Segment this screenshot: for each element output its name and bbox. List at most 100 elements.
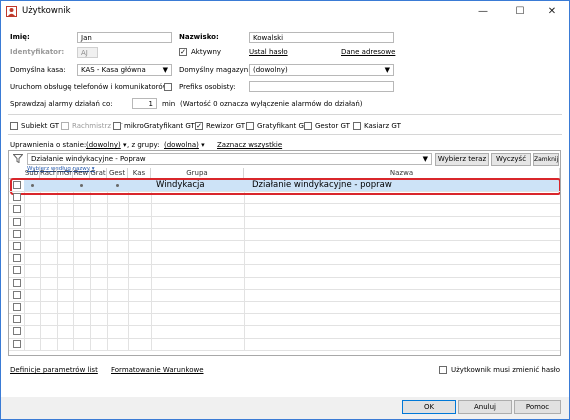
uruchom-checkbox[interactable] — [164, 83, 172, 91]
alarmy-note: (Wartość 0 oznacza wyłączenie alarmów do… — [180, 100, 363, 108]
chevron-down-icon: ▼ — [384, 66, 390, 74]
role-checkbox — [61, 122, 69, 130]
wyczysc-button[interactable]: Wyczyść — [491, 153, 531, 166]
grid-row-line — [9, 301, 560, 302]
dialog-content: Imię: Jan Nazwisko: Kowalski Identyfikat… — [1, 23, 569, 397]
role-label: Rewizor GT — [206, 122, 246, 130]
row-checkbox[interactable] — [13, 193, 21, 202]
uruchom-label: Uruchom obsługę telefonów i komunikatoró… — [10, 83, 169, 91]
grid-row-line — [9, 215, 560, 217]
grid-row-line — [9, 288, 560, 290]
row-checkbox[interactable] — [13, 254, 21, 263]
magazyn-select-value: (dowolny) — [253, 66, 288, 74]
kasa-select[interactable]: KAS - Kasa główna ▼ — [77, 64, 172, 76]
role-checkbox[interactable] — [113, 122, 121, 130]
title-bar: Użytkownik — ☐ ✕ — [1, 1, 569, 23]
column-header[interactable]: Kas — [128, 168, 151, 178]
prefiks-input[interactable] — [249, 81, 394, 92]
identyfikator-label: Identyfikator: — [10, 48, 65, 56]
ustal-haslo-link[interactable]: Ustal hasło — [249, 48, 288, 57]
aktywny-label: Aktywny — [191, 48, 222, 56]
wybierz-teraz-button[interactable]: Wybierz teraz — [435, 153, 489, 166]
nazwisko-label: Nazwisko: — [179, 33, 219, 41]
ok-button[interactable]: OK — [402, 400, 456, 414]
search-combo-value: Działanie windykacyjne - Popraw — [31, 155, 146, 163]
chevron-down-icon: ▼ — [162, 66, 168, 74]
grupa-dropdown[interactable]: (dowolna) ▾ — [164, 141, 205, 150]
dane-adresowe-link[interactable]: Dane adresowe — [341, 48, 395, 57]
alarmy-unit: min — [162, 100, 176, 108]
aktywny-checkbox[interactable]: ✓ — [179, 48, 187, 56]
alarmy-label: Sprawdzaj alarmy działań co: — [10, 100, 113, 108]
row-checkbox[interactable] — [13, 181, 21, 189]
chevron-down-icon: ▼ — [422, 155, 428, 163]
grid-row-line — [9, 264, 560, 266]
imie-input[interactable]: Jan — [77, 32, 172, 43]
caret-down-icon: ▾ — [201, 141, 205, 149]
definicje-link[interactable]: Definicje parametrów list — [10, 366, 98, 375]
window-title: Użytkownik — [22, 6, 71, 16]
kasa-select-value: KAS - Kasa główna — [81, 66, 146, 74]
row-checkbox[interactable] — [13, 229, 21, 238]
column-header[interactable]: Rew — [73, 168, 90, 178]
maximize-button[interactable]: ☐ — [503, 1, 537, 23]
column-header[interactable]: Grat — [90, 168, 107, 178]
row-checkbox[interactable] — [13, 303, 21, 311]
role-label: Subiekt GT — [21, 122, 60, 130]
anuluj-button[interactable]: Anuluj — [458, 400, 512, 414]
grid-row-line — [9, 191, 560, 193]
row-checkbox[interactable] — [13, 205, 21, 214]
user-app-icon — [6, 6, 17, 17]
grupa-label: , z grupy: — [127, 141, 160, 149]
selected-row-outline — [10, 178, 560, 196]
minimize-button[interactable]: — — [466, 1, 500, 23]
row-checkbox[interactable] — [13, 278, 21, 287]
grid-row-line — [9, 349, 560, 351]
role-label: mikroGratyfikant GT — [124, 122, 195, 130]
column-header[interactable]: mGr — [57, 168, 73, 178]
alarmy-input[interactable]: 1 — [132, 98, 157, 109]
grid-row-line — [9, 325, 560, 327]
column-header[interactable]: Gest — [107, 168, 128, 178]
pomoc-button[interactable]: Pomoc — [514, 400, 561, 414]
role-checkbox[interactable]: ✓ — [195, 122, 203, 130]
column-header[interactable]: Sub — [24, 168, 40, 178]
stan-label: Uprawnienia o stanie: — [10, 141, 87, 149]
column-header[interactable]: Nazwa — [244, 168, 560, 178]
funnel-icon[interactable] — [13, 154, 23, 163]
row-checkbox[interactable] — [13, 217, 21, 226]
role-checkbox[interactable] — [10, 122, 18, 130]
musi-zmienic-checkbox[interactable] — [439, 366, 447, 374]
role-checkbox[interactable] — [353, 122, 361, 130]
zaznacz-wszystkie-link[interactable]: Zaznacz wszystkie — [217, 141, 282, 150]
grupa-dropdown-value: (dowolna) — [164, 141, 199, 149]
row-checkbox[interactable] — [13, 242, 21, 250]
imie-label: Imię: — [10, 33, 30, 41]
caret-down-icon: ▾ — [122, 141, 127, 149]
grid-row-line — [9, 313, 560, 315]
formatowanie-link[interactable]: Formatowanie Warunkowe — [111, 366, 204, 375]
grid-row-line — [9, 240, 560, 241]
row-checkbox[interactable] — [13, 327, 21, 336]
role-checkbox[interactable] — [246, 122, 254, 130]
column-header[interactable]: Rach — [40, 168, 57, 178]
magazyn-select[interactable]: (dowolny) ▼ — [249, 64, 394, 76]
prefiks-label: Prefiks osobisty: — [179, 83, 236, 91]
kasa-label: Domyślna kasa: — [10, 66, 66, 74]
grid-row-line — [9, 227, 560, 229]
row-checkbox[interactable] — [13, 290, 21, 299]
nazwisko-input[interactable]: Kowalski — [249, 32, 394, 43]
column-header[interactable]: Grupa — [151, 168, 244, 178]
close-button[interactable]: ✕ — [535, 1, 569, 23]
stan-dropdown[interactable]: (dowolny) ▾ — [86, 141, 126, 150]
role-label: Gratyfikant GT — [257, 122, 308, 130]
search-combo[interactable]: Działanie windykacyjne - Popraw ▼ — [27, 153, 432, 165]
row-checkbox[interactable] — [13, 339, 21, 348]
row-checkbox[interactable] — [13, 315, 21, 324]
zamknij-button[interactable]: Zamknij — [533, 153, 559, 166]
separator — [8, 134, 562, 135]
role-checkbox[interactable] — [304, 122, 312, 130]
row-checkbox[interactable] — [13, 266, 21, 275]
identyfikator-input: AJ — [77, 47, 98, 58]
grid-row-line — [9, 276, 560, 278]
